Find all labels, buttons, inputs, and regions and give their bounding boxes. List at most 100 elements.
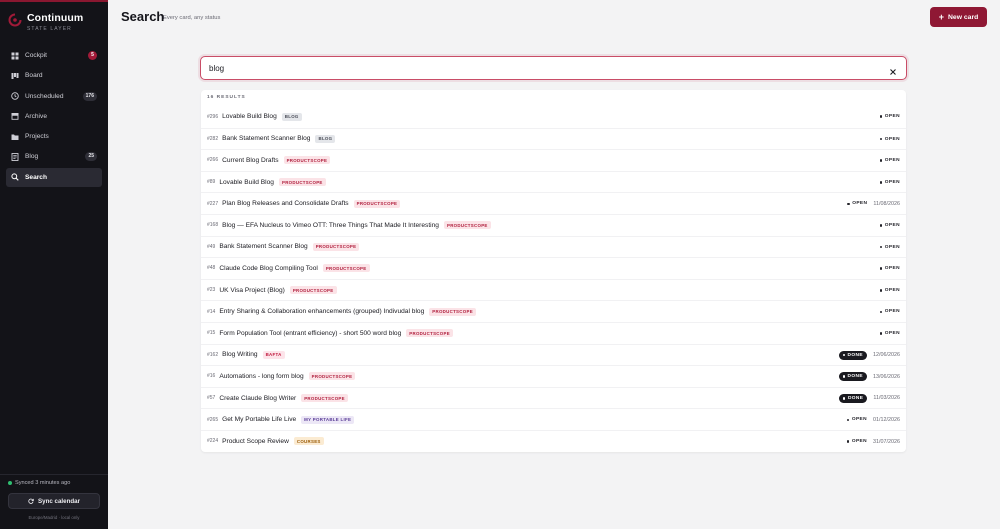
result-row[interactable]: #265 Get My Portable Life Live MY PORTABLE… <box>201 408 906 430</box>
card-number: #89 <box>207 179 216 186</box>
status-text: OPEN <box>884 244 900 250</box>
card-title: Current Blog Drafts <box>222 156 279 164</box>
sync-status: Synced 3 minutes ago <box>8 480 70 486</box>
row-meta: OPEN <box>879 237 900 258</box>
status-dot-icon <box>879 310 883 314</box>
result-row[interactable]: #16 Automations - long form blog PRODUCTSC… <box>201 365 906 387</box>
status-badge: OPEN <box>879 158 900 164</box>
sidebar-footer: Synced 3 minutes ago Sync calendar Europ… <box>0 474 108 520</box>
project-tag: COURSES <box>293 437 324 446</box>
clock-icon <box>11 92 19 100</box>
card-title: Form Population Tool (entrant efficiency… <box>219 329 402 337</box>
page-title: Search <box>121 9 165 24</box>
status-badge: OPEN <box>879 331 900 336</box>
clear-search-icon[interactable] <box>889 63 897 75</box>
row-meta: OPEN <box>879 172 900 193</box>
project-tag: PRODUCTSCOPE <box>353 199 401 208</box>
sidebar-item-search[interactable]: Search <box>6 167 102 187</box>
status-dot-icon <box>879 115 883 118</box>
sidebar-item-blog[interactable]: Blog 25 <box>6 147 102 166</box>
card-number: #57 <box>207 395 216 402</box>
sidebar-item-board[interactable]: Board <box>6 66 102 85</box>
project-tag: BAFTA <box>262 350 285 359</box>
grid-icon <box>11 52 19 60</box>
card-number: #162 <box>207 351 219 358</box>
status-dot-icon <box>842 397 846 400</box>
search-box <box>200 56 907 80</box>
status-dot-icon <box>846 418 850 422</box>
new-card-label: New card <box>948 13 979 21</box>
card-number: #14 <box>207 308 216 315</box>
search-input[interactable] <box>209 61 869 75</box>
result-row[interactable]: #162 Blog Writing BAFTA DONE 12/06/2026 <box>201 343 906 366</box>
row-meta: OPEN 11/08/2026 <box>847 193 900 214</box>
result-row[interactable]: #15 Form Population Tool (entrant efficie… <box>201 322 906 344</box>
archive-icon <box>11 112 19 121</box>
sidebar-item-label: Board <box>25 72 43 80</box>
result-row[interactable]: #168 Blog — EFA Nucleus to Vimeo OTT: Thr… <box>201 214 906 236</box>
card-title: Automations - long form blog <box>219 372 304 380</box>
status-dot-icon <box>879 181 883 184</box>
sidebar-item-label: Projects <box>25 133 49 141</box>
results-list: 16 RESULTS #296 Lovable Build Blog BLOG OPE… <box>201 90 906 452</box>
project-tag: PRODUCTSCOPE <box>278 178 326 187</box>
card-title: Entry Sharing & Collaboration enhancemen… <box>219 308 425 316</box>
project-tag: PRODUCTSCOPE <box>283 156 331 165</box>
result-row[interactable]: #227 Plan Blog Releases and Consolidate D… <box>201 192 906 214</box>
status-text: OPEN <box>884 158 900 164</box>
brand[interactable]: Continuum STATE LAYER <box>8 12 83 32</box>
search-icon <box>11 173 19 181</box>
status-badge: OPEN <box>879 137 900 142</box>
card-number: #168 <box>207 222 219 229</box>
result-row[interactable]: #49 Bank Statement Scanner Blog PRODUCTSCO… <box>201 235 906 258</box>
result-row[interactable]: #48 Claude Code Blog Compiling Tool PRODUC… <box>201 257 906 279</box>
sync-status-text: Synced 3 minutes ago <box>15 480 71 486</box>
status-badge: OPEN <box>879 114 900 119</box>
sidebar-item-badge: 25 <box>85 152 97 162</box>
new-card-button[interactable]: + New card <box>930 7 987 27</box>
card-number: #15 <box>207 330 216 337</box>
status-text: OPEN <box>852 201 868 207</box>
status-text: OPEN <box>884 179 900 185</box>
card-number: #282 <box>207 135 219 142</box>
status-text: OPEN <box>884 223 900 228</box>
status-badge: DONE <box>838 393 868 403</box>
result-row[interactable]: #23 UK Visa Project (Blog) PRODUCTSCOPE OPE… <box>201 278 906 301</box>
result-row[interactable]: #224 Product Scope Review COURSES OPEN 31/07… <box>201 430 906 452</box>
status-text: OPEN <box>884 114 900 119</box>
sidebar: Continuum STATE LAYER Cockpit 5 Board Un… <box>0 0 108 529</box>
status-text: DONE <box>847 395 864 401</box>
project-tag: PRODUCTSCOPE <box>308 372 356 381</box>
sidebar-item-label: Blog <box>25 153 39 161</box>
row-meta: OPEN <box>879 129 900 150</box>
sidebar-item-label: Search <box>25 173 47 181</box>
result-row[interactable]: #89 Lovable Build Blog PRODUCTSCOPE OPEN <box>201 170 906 193</box>
app-name: Continuum <box>27 12 84 24</box>
status-dot-icon <box>847 202 850 206</box>
row-meta: DONE 11/03/2026 <box>838 388 900 409</box>
result-row[interactable]: #14 Entry Sharing & Collaboration enhance… <box>201 300 906 322</box>
sidebar-item-unscheduled[interactable]: Unscheduled 176 <box>6 87 102 106</box>
row-meta: OPEN <box>879 258 900 279</box>
card-number: #224 <box>207 438 219 445</box>
sync-calendar-label: Sync calendar <box>38 497 80 505</box>
sidebar-item-projects[interactable]: Projects <box>6 127 102 146</box>
project-tag: PRODUCTSCOPE <box>289 286 337 295</box>
card-title: Product Scope Review <box>222 437 289 445</box>
card-title: Lovable Build Blog <box>219 178 274 186</box>
row-meta: DONE 12/06/2026 <box>838 345 900 366</box>
result-row[interactable]: #296 Lovable Build Blog BLOG OPEN <box>201 106 906 128</box>
refresh-icon <box>28 498 34 504</box>
card-title: Bank Statement Scanner Blog <box>222 135 311 143</box>
sidebar-item-cockpit[interactable]: Cockpit 5 <box>6 46 102 65</box>
sync-calendar-button[interactable]: Sync calendar <box>8 493 100 509</box>
card-title: Get My Portable Life Live <box>222 416 297 424</box>
result-row[interactable]: #266 Current Blog Drafts PRODUCTSCOPE OPEN <box>201 149 906 171</box>
result-row[interactable]: #57 Create Claude Blog Writer PRODUCTSCOPE… <box>201 386 906 409</box>
sidebar-nav: Cockpit 5 Board Unscheduled 176 Archive <box>6 46 102 188</box>
sidebar-item-archive[interactable]: Archive <box>6 107 102 126</box>
result-row[interactable]: #282 Bank Statement Scanner Blog BLOG OPEN <box>201 127 906 150</box>
sidebar-item-badge: 5 <box>88 51 97 60</box>
due-date: 01/12/2026 <box>873 416 900 423</box>
project-tag: PRODUCTSCOPE <box>322 264 370 273</box>
